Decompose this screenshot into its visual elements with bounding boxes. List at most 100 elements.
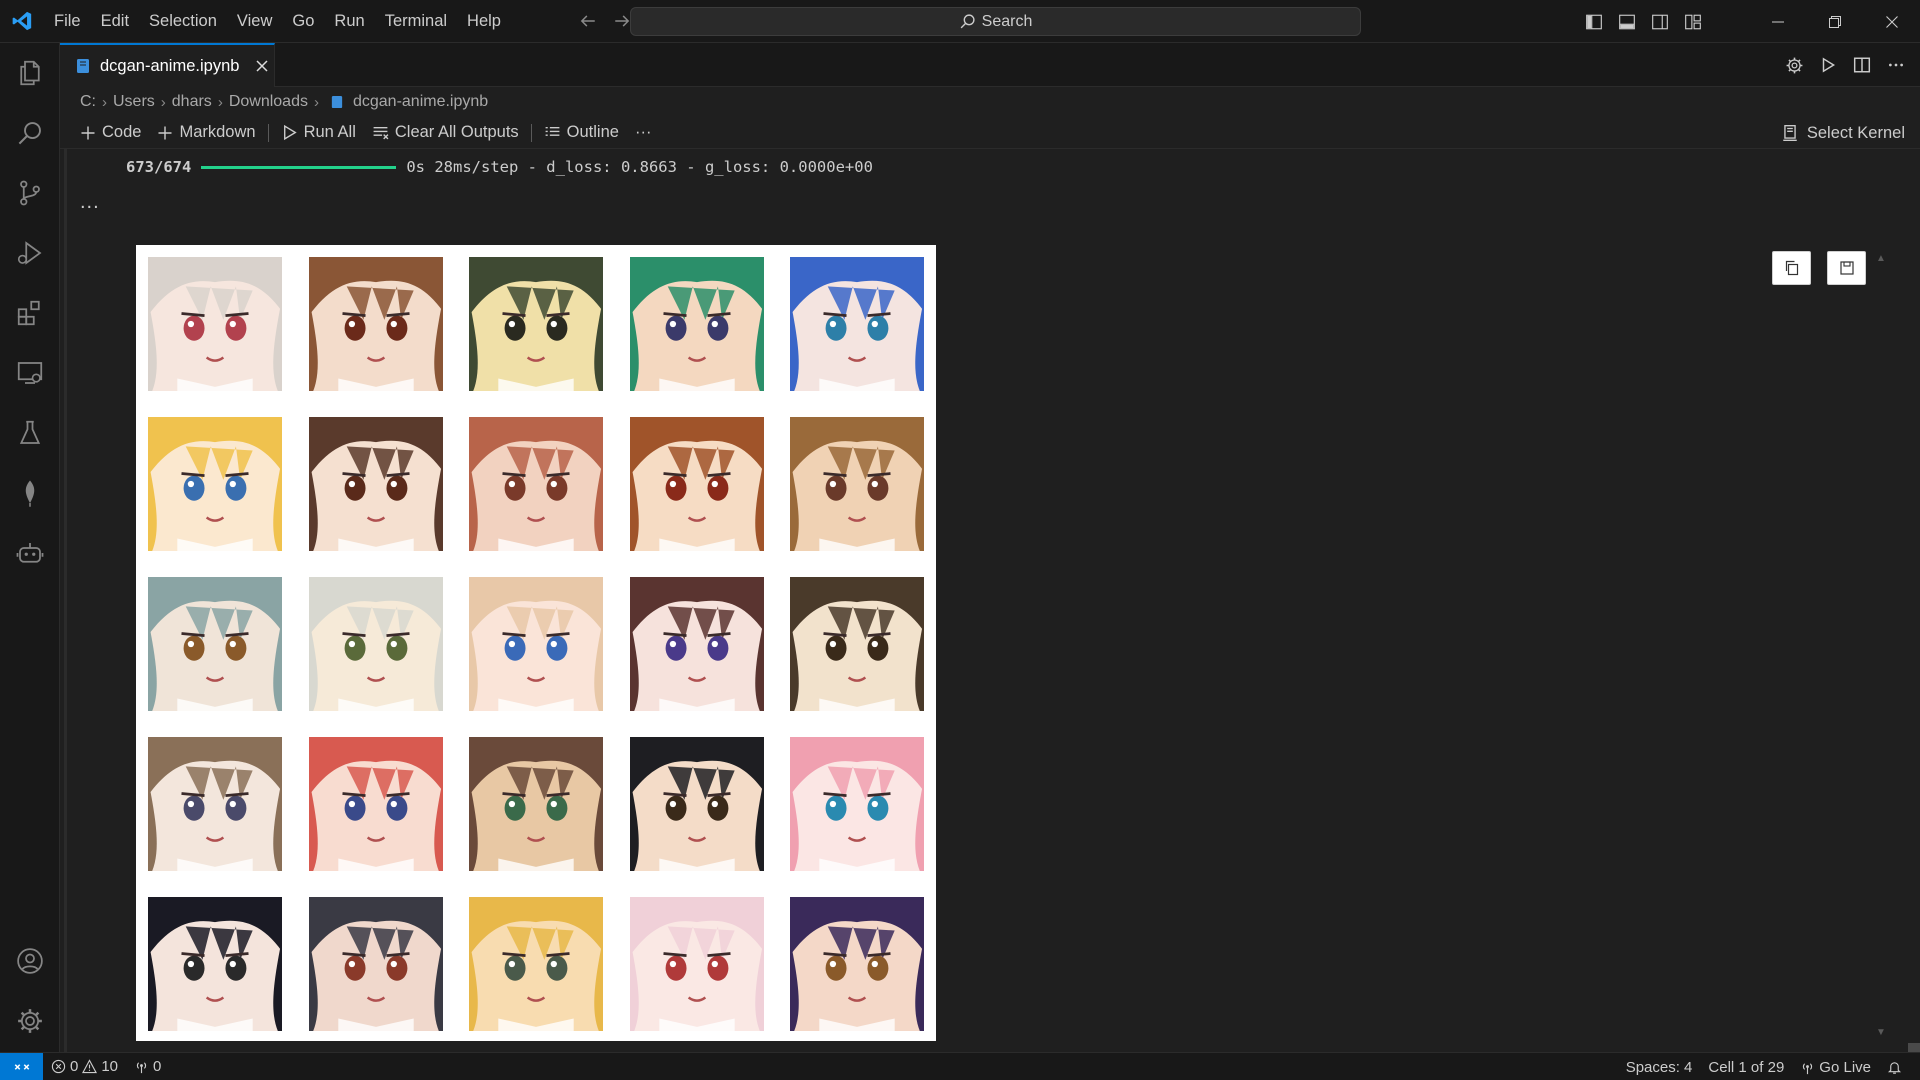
- close-tab-icon[interactable]: [255, 59, 269, 73]
- cell-position-indicator[interactable]: Cell 1 of 29: [1700, 1053, 1792, 1080]
- code-label: Code: [102, 123, 142, 141]
- broadcast-icon: [1803, 1062, 1813, 1074]
- title-actions: [1577, 0, 1920, 43]
- breadcrumb-file[interactable]: dcgan-anime.ipynb: [353, 93, 488, 111]
- accounts-icon[interactable]: [0, 931, 60, 991]
- scroll-up-arrow-icon[interactable]: ▲: [1876, 253, 1886, 264]
- editor-actions: [1780, 43, 1910, 87]
- menu-help[interactable]: Help: [457, 6, 511, 36]
- restore-icon[interactable]: [1806, 0, 1863, 43]
- add-markdown-cell-button[interactable]: Markdown: [149, 120, 263, 146]
- remote-connection-button[interactable]: [0, 1052, 43, 1080]
- run-all-button[interactable]: Run All: [273, 120, 364, 146]
- select-kernel-label: Select Kernel: [1806, 123, 1905, 142]
- explorer-icon[interactable]: [0, 43, 60, 103]
- generated-face-image: [469, 737, 603, 871]
- output-more-actions[interactable]: ...: [80, 191, 100, 214]
- problems-indicator[interactable]: 0 10: [43, 1053, 126, 1080]
- breadcrumb-users[interactable]: Users: [113, 93, 155, 111]
- go-live-label: Go Live: [1819, 1058, 1871, 1076]
- tab-dcgan-anime[interactable]: dcgan-anime.ipynb: [60, 43, 275, 87]
- generated-face-image: [629, 417, 764, 551]
- menu-view[interactable]: View: [227, 6, 282, 36]
- back-arrow-icon[interactable]: [577, 10, 599, 32]
- generated-face-image: [469, 897, 603, 1031]
- chevron-right-icon: ›: [217, 93, 223, 111]
- generated-face-image: [790, 737, 924, 871]
- run-notebook-icon[interactable]: [1814, 51, 1842, 79]
- toggle-panel-icon[interactable]: [1610, 7, 1643, 37]
- split-editor-icon[interactable]: [1848, 51, 1876, 79]
- vertical-scrollbar-thumb[interactable]: [1908, 1043, 1920, 1052]
- menu-edit[interactable]: Edit: [91, 6, 139, 36]
- search-sidebar-icon[interactable]: [0, 103, 60, 163]
- outline-label: Outline: [566, 123, 619, 141]
- generated-face-image: [469, 257, 603, 391]
- menu-terminal[interactable]: Terminal: [375, 6, 457, 36]
- copy-icon: [1785, 260, 1798, 276]
- menu-go[interactable]: Go: [282, 6, 324, 36]
- notebook-file-icon: [331, 95, 343, 109]
- testing-flask-icon[interactable]: [0, 403, 60, 463]
- generated-face-image: [148, 577, 282, 711]
- generated-face-image: [790, 897, 924, 1031]
- chevron-right-icon: ›: [102, 93, 107, 111]
- remote-icon: [14, 1063, 29, 1070]
- navigation-arrows: [577, 10, 633, 32]
- notebook-settings-gear-icon[interactable]: [1780, 51, 1808, 79]
- breadcrumb-downloads[interactable]: Downloads: [229, 93, 308, 111]
- kernel-server-icon: [1783, 125, 1797, 141]
- more-actions-icon[interactable]: [1882, 51, 1910, 79]
- generated-face-image: [790, 577, 924, 711]
- breadcrumb-drive[interactable]: C:: [80, 93, 96, 111]
- error-count: 0: [70, 1058, 79, 1075]
- notifications-bell-icon[interactable]: [1879, 1053, 1920, 1080]
- minimize-icon[interactable]: [1749, 0, 1806, 43]
- toggle-secondary-sidebar-icon[interactable]: [1643, 7, 1676, 37]
- clear-all-outputs-button[interactable]: Clear All Outputs: [364, 120, 527, 146]
- generated-face-image: [629, 737, 764, 871]
- chevron-right-icon: ›: [313, 93, 319, 111]
- clear-all-icon: [373, 127, 389, 140]
- status-bar: 0 10 0 Spaces: 4 Cell 1 of 29 Go Live: [0, 1052, 1920, 1080]
- go-live-button[interactable]: Go Live: [1792, 1053, 1879, 1080]
- copilot-robot-icon[interactable]: [0, 523, 60, 583]
- run-and-debug-icon[interactable]: [0, 223, 60, 283]
- generated-face-image: [148, 897, 282, 1031]
- generated-faces-grid: [136, 245, 936, 1041]
- remote-explorer-icon[interactable]: [0, 343, 60, 403]
- progress-count: 673/674: [126, 158, 192, 176]
- add-code-cell-button[interactable]: Code: [72, 120, 149, 146]
- generated-face-image: [629, 577, 764, 711]
- progress-bar: [201, 165, 397, 169]
- save-icon: [1839, 261, 1854, 275]
- breadcrumb-dhars[interactable]: dhars: [172, 93, 212, 111]
- generated-face-image: [148, 257, 282, 391]
- ports-indicator[interactable]: 0: [126, 1053, 169, 1080]
- menu-selection[interactable]: Selection: [139, 6, 227, 36]
- scroll-down-arrow-icon[interactable]: ▼: [1876, 1027, 1886, 1038]
- close-window-icon[interactable]: [1863, 0, 1920, 43]
- copy-image-button[interactable]: [1772, 251, 1811, 285]
- settings-gear-icon[interactable]: [0, 991, 60, 1051]
- menu-run[interactable]: Run: [324, 6, 374, 36]
- mongodb-leaf-icon[interactable]: [0, 463, 60, 523]
- outline-button[interactable]: Outline: [536, 120, 627, 146]
- training-progress-line: 673/674 0s 28ms/step - d_loss: 0.8663 - …: [126, 149, 873, 185]
- extensions-icon[interactable]: [0, 283, 60, 343]
- menu-file[interactable]: File: [44, 6, 91, 36]
- toggle-primary-sidebar-icon[interactable]: [1577, 7, 1610, 37]
- source-control-icon[interactable]: [0, 163, 60, 223]
- generated-face-image: [308, 257, 443, 391]
- markdown-label: Markdown: [179, 123, 256, 141]
- cell-gutter: [64, 149, 67, 1052]
- indentation-indicator[interactable]: Spaces: 4: [1618, 1053, 1701, 1080]
- command-center-search[interactable]: Search: [630, 7, 1361, 36]
- progress-fill: [201, 165, 397, 169]
- save-image-button[interactable]: [1827, 251, 1866, 285]
- customize-layout-icon[interactable]: [1676, 7, 1709, 37]
- select-kernel-button[interactable]: Select Kernel: [1781, 120, 1905, 146]
- generated-face-image: [308, 417, 443, 551]
- generated-face-image: [629, 257, 764, 391]
- toolbar-more-button[interactable]: ···: [627, 120, 659, 146]
